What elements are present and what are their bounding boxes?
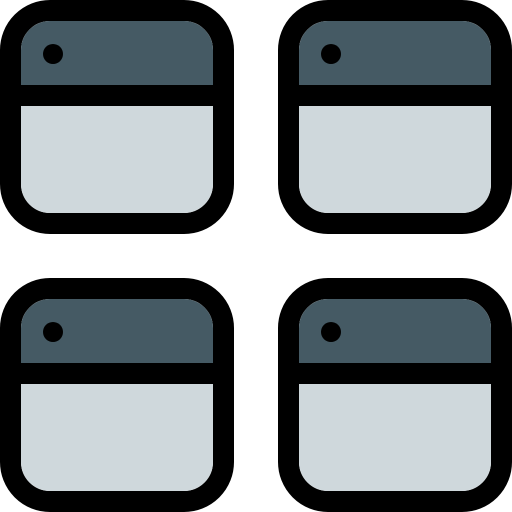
window-body <box>21 384 213 491</box>
window-body <box>299 106 491 213</box>
window-tile-top-right <box>278 0 512 234</box>
window-control-dot-icon <box>321 44 341 64</box>
window-tile-bottom-right <box>278 278 512 512</box>
window-body <box>299 384 491 491</box>
window-control-dot-icon <box>43 44 63 64</box>
window-tile-top-left <box>0 0 234 234</box>
window-body <box>21 106 213 213</box>
window-control-dot-icon <box>43 322 63 342</box>
titlebar-divider <box>299 363 491 384</box>
window-tile-bottom-left <box>0 278 234 512</box>
titlebar-divider <box>299 85 491 106</box>
titlebar-divider <box>21 363 213 384</box>
app-grid-windows-icon <box>0 0 512 512</box>
titlebar-divider <box>21 85 213 106</box>
window-control-dot-icon <box>321 322 341 342</box>
